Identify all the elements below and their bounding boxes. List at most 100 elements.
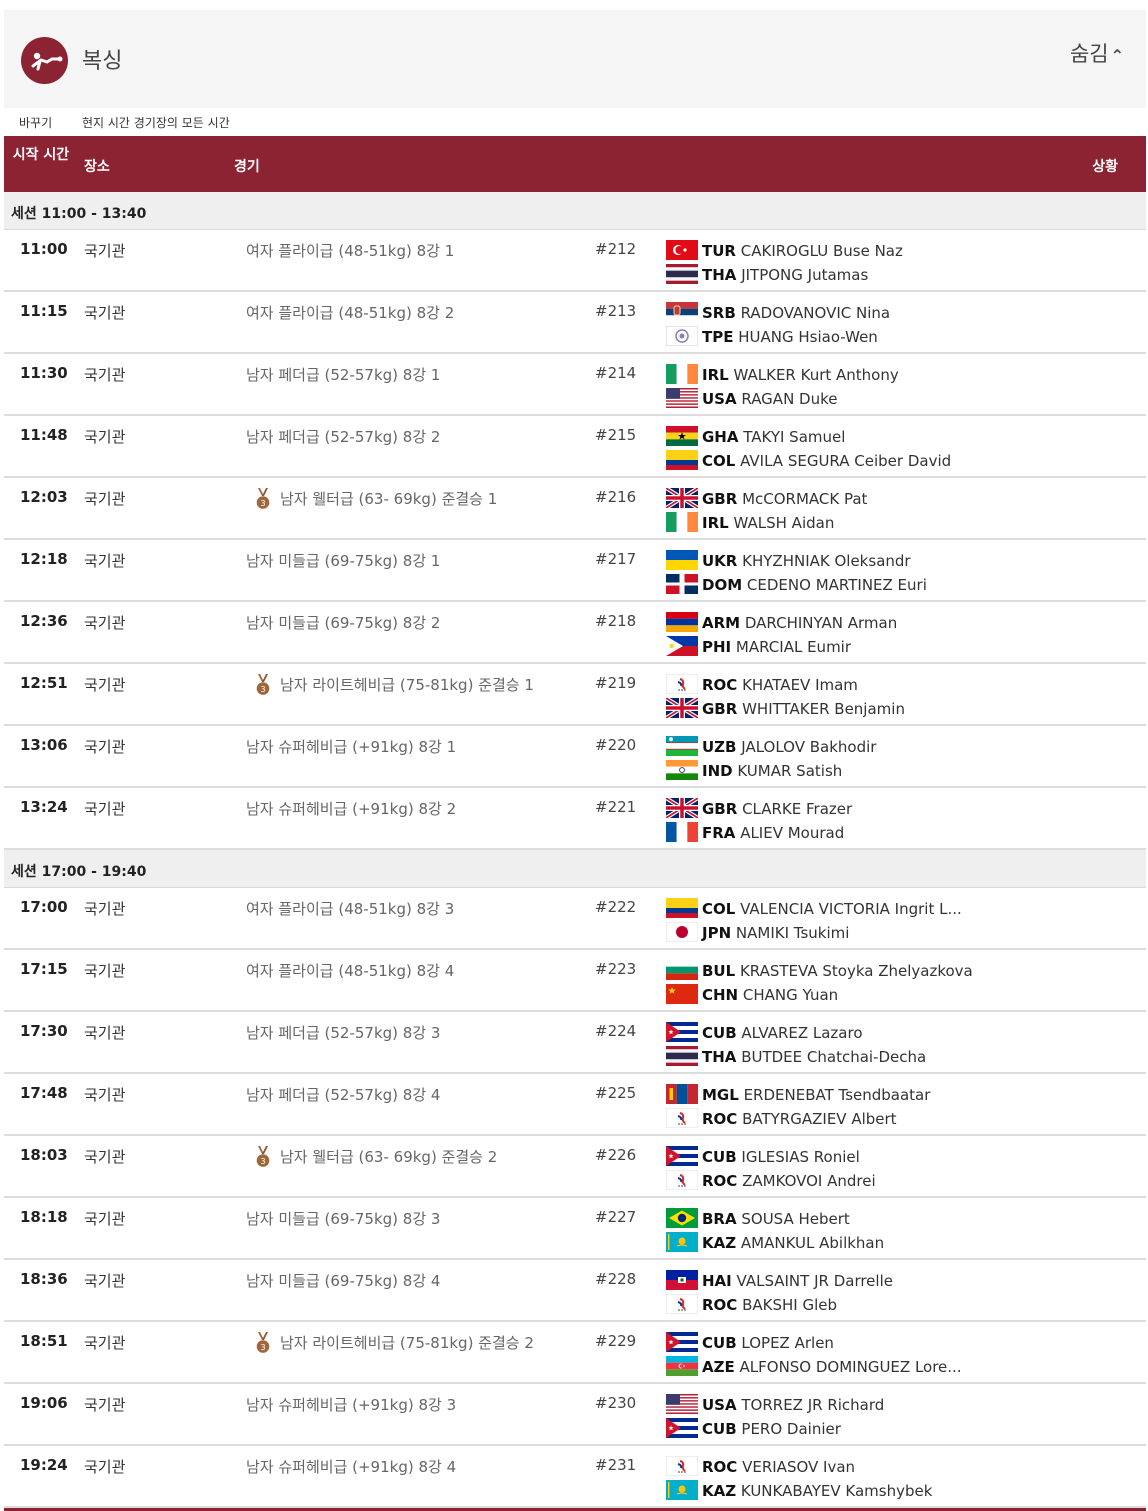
flag-icon [666,364,698,384]
switch-time-link[interactable]: 바꾸기 [19,114,52,131]
event-name[interactable]: 남자 페더급 (52-57kg) 8강 2 [246,426,440,447]
competitor-b[interactable]: ROC BAKSHI Gleb [666,1294,837,1316]
schedule-table: 세션 11:00 - 13:40 11:00 국기관 여자 플라이급 (48-5… [4,192,1146,1508]
event-name[interactable]: 남자 슈퍼헤비급 (+91kg) 8강 4 [246,1456,456,1477]
competitor-b[interactable]: IRL WALSH Aidan [666,512,834,534]
table-row[interactable]: 17:00 국기관 여자 플라이급 (48-51kg) 8강 3 #222 CO… [4,888,1146,950]
event-name[interactable]: 남자 페더급 (52-57kg) 8강 4 [246,1084,440,1105]
table-row[interactable]: 12:18 국기관 남자 미들급 (69-75kg) 8강 1 #217 UKR… [4,540,1146,602]
competitor-b[interactable]: PHI MARCIAL Eumir [666,636,851,658]
competitor-a[interactable]: CUB IGLESIAS Roniel [666,1146,860,1168]
table-row[interactable]: 12:36 국기관 남자 미들급 (69-75kg) 8강 2 #218 ARM… [4,602,1146,664]
competitor-b[interactable]: THA BUTDEE Chatchai-Decha [666,1046,926,1068]
country-code: ROC [702,1110,738,1128]
venue: 국기관 [84,1086,126,1104]
table-row[interactable]: 12:03 국기관 3 남자 웰터급 (63- 69kg) 준결승 1 #216 … [4,478,1146,540]
competitor-b[interactable]: COL AVILA SEGURA Ceiber David [666,450,951,472]
table-row[interactable]: 18:18 국기관 남자 미들급 (69-75kg) 8강 3 #227 BRA… [4,1198,1146,1260]
table-row[interactable]: 11:48 국기관 남자 페더급 (52-57kg) 8강 2 #215 GHA… [4,416,1146,478]
event-name[interactable]: 남자 슈퍼헤비급 (+91kg) 8강 2 [246,798,456,819]
event-name[interactable]: 남자 슈퍼헤비급 (+91kg) 8강 1 [246,736,456,757]
event-name[interactable]: 남자 슈퍼헤비급 (+91kg) 8강 3 [246,1394,456,1415]
table-row[interactable]: 17:30 국기관 남자 페더급 (52-57kg) 8강 3 #224 CUB… [4,1012,1146,1074]
table-row[interactable]: 11:00 국기관 여자 플라이급 (48-51kg) 8강 1 #212 TU… [4,230,1146,292]
table-row[interactable]: 18:03 국기관 3 남자 웰터급 (63- 69kg) 준결승 2 #226 … [4,1136,1146,1198]
competitor-a[interactable]: BRA SOUSA Hebert [666,1208,850,1230]
competitor-a[interactable]: CUB ALVAREZ Lazaro [666,1022,863,1044]
athlete-name: ZAMKOVOI Andrei [742,1172,876,1190]
competitor-a[interactable]: HAI VALSAINT JR Darrelle [666,1270,893,1292]
country-code: SRB [702,304,736,322]
table-row[interactable]: 19:24 국기관 남자 슈퍼헤비급 (+91kg) 8강 4 #231 ROC… [4,1446,1146,1508]
country-code: GBR [702,490,738,508]
competitor-b[interactable]: CHN CHANG Yuan [666,984,838,1006]
table-row[interactable]: 13:24 국기관 남자 슈퍼헤비급 (+91kg) 8강 2 #221 GBR… [4,788,1146,850]
competitor-b[interactable]: GBR WHITTAKER Benjamin [666,698,905,720]
event-name[interactable]: 남자 미들급 (69-75kg) 8강 1 [246,550,440,571]
event-name[interactable]: 남자 페더급 (52-57kg) 8강 3 [246,1022,440,1043]
competitor-a[interactable]: CUB LOPEZ Arlen [666,1332,834,1354]
hide-toggle-button[interactable]: 숨김 ⌃ [1070,38,1124,68]
competitor-b[interactable]: IND KUMAR Satish [666,760,842,782]
competitor-b[interactable]: CUB PERO Dainier [666,1418,841,1440]
competitor-a[interactable]: TUR CAKIROGLU Buse Naz [666,240,903,262]
competitor-a[interactable]: MGL ERDENEBAT Tsendbaatar [666,1084,930,1106]
flag-icon [666,1170,698,1190]
event-name[interactable]: 남자 미들급 (69-75kg) 8강 4 [246,1270,440,1291]
competitor-b[interactable]: TPE HUANG Hsiao-Wen [666,326,878,348]
event-name[interactable]: 여자 플라이급 (48-51kg) 8강 3 [246,898,454,919]
table-row[interactable]: 17:48 국기관 남자 페더급 (52-57kg) 8강 4 #225 MGL… [4,1074,1146,1136]
competitor-a[interactable]: GHA TAKYI Samuel [666,426,845,448]
competitor-b[interactable]: AZE ALFONSO DOMINGUEZ Lore... [666,1356,962,1378]
competitor-a[interactable]: ARM DARCHINYAN Arman [666,612,897,634]
athlete-name: NAMIKI Tsukimi [735,924,850,942]
competitor-b[interactable]: ROC BATYRGAZIEV Albert [666,1108,897,1130]
competitor-b[interactable]: USA RAGAN Duke [666,388,838,410]
competitor-a[interactable]: USA TORREZ JR Richard [666,1394,884,1416]
event-name[interactable]: 3 남자 라이트헤비급 (75-81kg) 준결승 2 [256,1332,534,1354]
table-row[interactable]: 13:06 국기관 남자 슈퍼헤비급 (+91kg) 8강 1 #220 UZB… [4,726,1146,788]
event-name[interactable]: 여자 플라이급 (48-51kg) 8강 4 [246,960,454,981]
table-row[interactable]: 18:51 국기관 3 남자 라이트헤비급 (75-81kg) 준결승 2 #22… [4,1322,1146,1384]
table-row[interactable]: 17:15 국기관 여자 플라이급 (48-51kg) 8강 4 #223 BU… [4,950,1146,1012]
table-row[interactable]: 12:51 국기관 3 남자 라이트헤비급 (75-81kg) 준결승 1 #21… [4,664,1146,726]
table-row[interactable]: 19:06 국기관 남자 슈퍼헤비급 (+91kg) 8강 3 #230 USA… [4,1384,1146,1446]
competitor-a[interactable]: ROC VERIASOV Ivan [666,1456,855,1478]
event-name[interactable]: 남자 미들급 (69-75kg) 8강 2 [246,612,440,633]
event-name[interactable]: 남자 미들급 (69-75kg) 8강 3 [246,1208,440,1229]
event-name[interactable]: 남자 페더급 (52-57kg) 8강 1 [246,364,440,385]
competitor-b[interactable]: JPN NAMIKI Tsukimi [666,922,849,944]
table-row[interactable]: 11:15 국기관 여자 플라이급 (48-51kg) 8강 2 #213 SR… [4,292,1146,354]
event-name[interactable]: 여자 플라이급 (48-51kg) 8강 2 [246,302,454,323]
event-label: 남자 페더급 (52-57kg) 8강 2 [246,428,441,446]
competitor-a[interactable]: IRL WALKER Kurt Anthony [666,364,899,386]
competitor-b[interactable]: DOM CEDENO MARTINEZ Euri [666,574,927,596]
competitor-b[interactable]: FRA ALIEV Mourad [666,822,844,844]
competitor-b[interactable]: THA JITPONG Jutamas [666,264,868,286]
event-name[interactable]: 3 남자 웰터급 (63- 69kg) 준결승 2 [256,1146,497,1168]
competitor-b[interactable]: ROC ZAMKOVOI Andrei [666,1170,876,1192]
competitor-a[interactable]: ROC KHATAEV Imam [666,674,858,696]
country-code: GBR [702,700,738,718]
country-code: CUB [702,1024,737,1042]
competitor-b[interactable]: KAZ AMANKUL Abilkhan [666,1232,884,1254]
table-row[interactable]: 11:30 국기관 남자 페더급 (52-57kg) 8강 1 #214 IRL… [4,354,1146,416]
venue: 국기관 [84,242,126,260]
table-row[interactable]: 18:36 국기관 남자 미들급 (69-75kg) 8강 4 #228 HAI… [4,1260,1146,1322]
flag-icon [666,760,698,780]
flag-icon [666,736,698,756]
competitor-a[interactable]: UKR KHYZHNIAK Oleksandr [666,550,911,572]
competitor-a[interactable]: UZB JALOLOV Bakhodir [666,736,876,758]
competitor-a[interactable]: COL VALENCIA VICTORIA Ingrit L... [666,898,962,920]
competitor-a[interactable]: GBR CLARKE Frazer [666,798,852,820]
venue: 국기관 [84,428,126,446]
competitor-a[interactable]: BUL KRASTEVA Stoyka Zhelyazkova [666,960,973,982]
event-name[interactable]: 3 남자 라이트헤비급 (75-81kg) 준결승 1 [256,674,534,696]
match-number: #222 [595,898,637,916]
event-name[interactable]: 3 남자 웰터급 (63- 69kg) 준결승 1 [256,488,497,510]
competitor-a[interactable]: SRB RADOVANOVIC Nina [666,302,890,324]
competitor-a[interactable]: GBR McCORMACK Pat [666,488,867,510]
competitor-b[interactable]: KAZ KUNKABAYEV Kamshybek [666,1480,932,1502]
event-name[interactable]: 여자 플라이급 (48-51kg) 8강 1 [246,240,454,261]
event-label: 남자 페더급 (52-57kg) 8강 3 [246,1024,441,1042]
